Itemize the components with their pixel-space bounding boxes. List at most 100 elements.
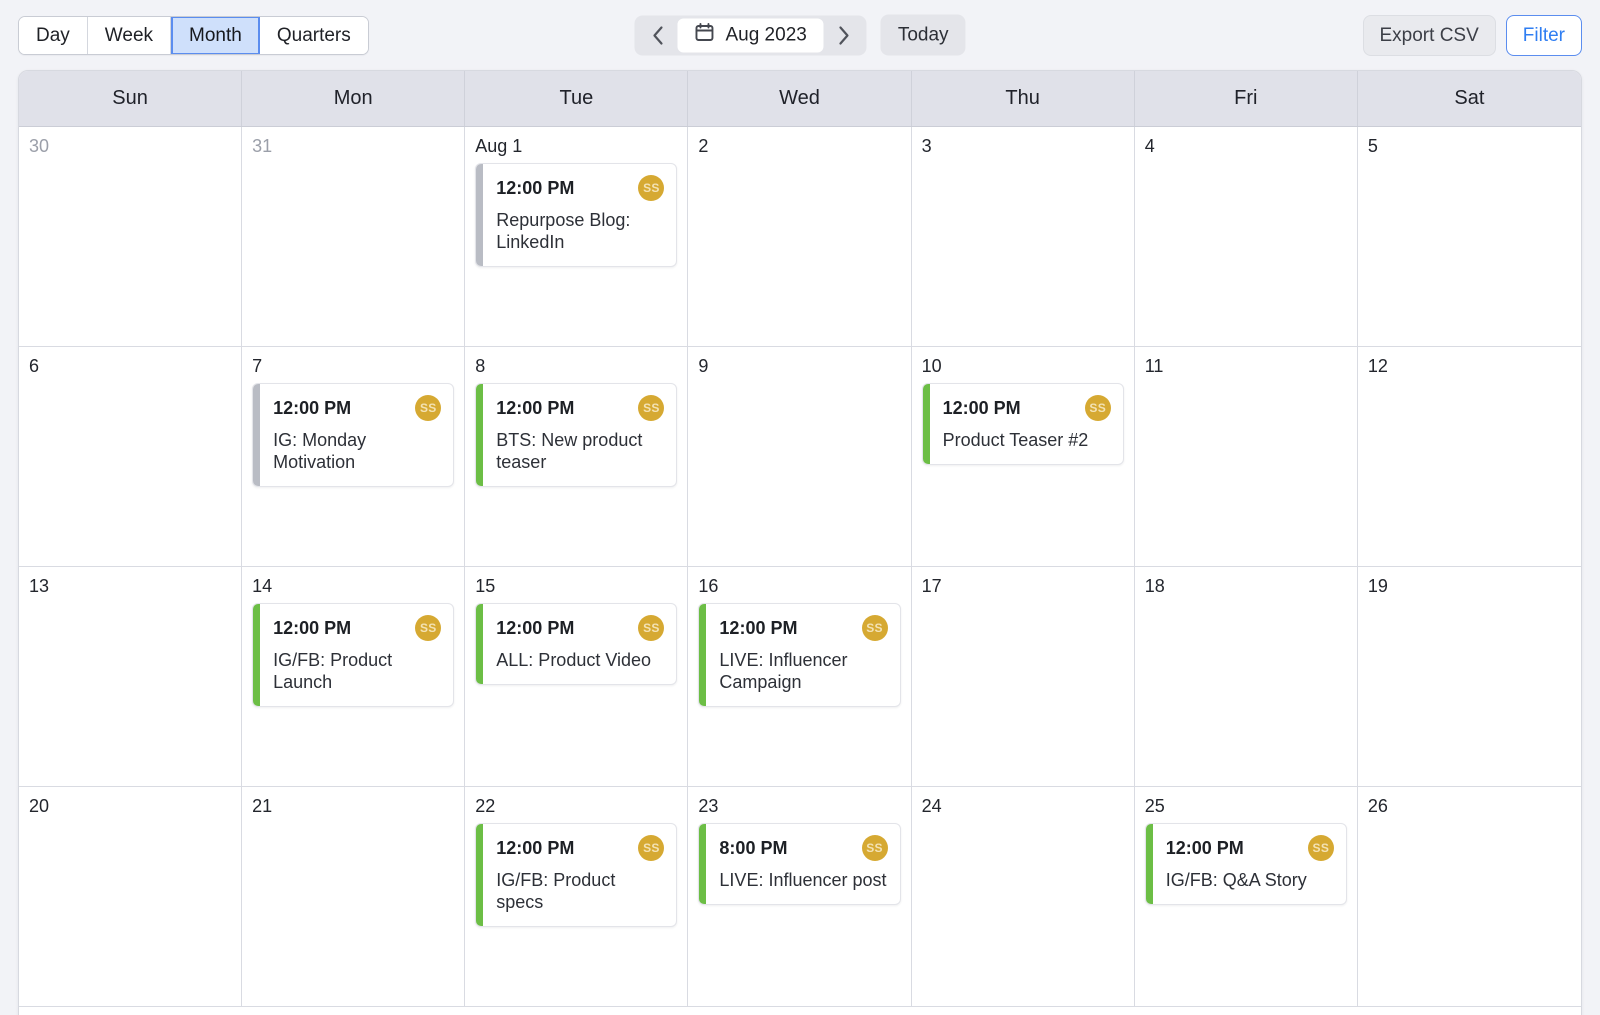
event-header: 12:00 PM SS bbox=[273, 615, 442, 641]
event-card[interactable]: 12:00 PM SS LIVE: Influencer Campaign bbox=[698, 603, 901, 707]
day-cell[interactable]: 12 bbox=[1358, 347, 1581, 566]
event-accent-bar bbox=[922, 384, 930, 464]
filter-button[interactable]: Filter bbox=[1505, 14, 1582, 56]
event-title: IG/FB: Product specs bbox=[496, 870, 616, 912]
day-cell[interactable]: 23 8:00 PM SS LIVE: Influencer post bbox=[688, 787, 912, 1006]
day-cell[interactable]: 18 bbox=[1135, 567, 1358, 786]
day-cell[interactable]: 7 12:00 PM SS IG: Monday Motivation bbox=[242, 347, 466, 566]
avatar[interactable]: SS bbox=[1084, 395, 1111, 421]
calendar-week-row: 20 21 22 12:00 PM SS IG/FB: Product specs 23 8:… bbox=[19, 787, 1581, 1007]
day-cell[interactable]: 8 12:00 PM SS BTS: New product teaser bbox=[465, 347, 689, 566]
event-card[interactable]: 12:00 PM SS ALL: Product Video bbox=[475, 603, 678, 685]
avatar[interactable]: SS bbox=[638, 835, 665, 861]
view-switcher[interactable]: Day Week Month Quarters bbox=[18, 15, 369, 55]
day-number: 7 bbox=[252, 356, 263, 376]
day-number: 18 bbox=[1144, 576, 1165, 596]
day-cell[interactable]: Aug 1 12:00 PM SS Repurpose Blog: LinkedIn bbox=[465, 127, 689, 346]
date-navigator: Aug 2023 bbox=[634, 15, 867, 55]
day-cell[interactable]: 30 bbox=[19, 127, 243, 346]
event-accent-bar bbox=[253, 384, 261, 486]
day-cell[interactable]: 4 bbox=[1135, 127, 1358, 346]
day-number: 3 bbox=[921, 136, 932, 156]
day-cell[interactable]: 14 12:00 PM SS IG/FB: Product Launch bbox=[242, 567, 466, 786]
toolbar: Day Week Month Quarters Aug 2023 Today E… bbox=[0, 0, 1600, 70]
day-cell[interactable]: 20 bbox=[19, 787, 243, 1006]
avatar[interactable]: SS bbox=[638, 615, 665, 641]
event-body: 12:00 PM SS ALL: Product Video bbox=[483, 604, 676, 684]
day-number: 24 bbox=[921, 796, 942, 816]
day-cell[interactable]: 10 12:00 PM SS Product Teaser #2 bbox=[912, 347, 1135, 566]
day-number: 22 bbox=[475, 796, 496, 816]
event-card[interactable]: 12:00 PM SS IG/FB: Product specs bbox=[475, 823, 678, 927]
avatar[interactable]: SS bbox=[638, 175, 665, 201]
prev-period-button[interactable] bbox=[637, 18, 677, 52]
day-cell[interactable]: 16 12:00 PM SS LIVE: Influencer Campaign bbox=[688, 567, 912, 786]
toolbar-center-group: Aug 2023 Today bbox=[634, 14, 966, 56]
event-body: 12:00 PM SS IG: Monday Motivation bbox=[260, 384, 453, 486]
avatar[interactable]: SS bbox=[415, 395, 442, 421]
event-card[interactable]: 12:00 PM SS Repurpose Blog: LinkedIn bbox=[475, 163, 678, 267]
day-cell[interactable]: 3 bbox=[912, 127, 1135, 346]
event-header: 8:00 PM SS bbox=[719, 835, 888, 861]
day-cell[interactable]: 9 bbox=[688, 347, 912, 566]
avatar[interactable]: SS bbox=[861, 835, 888, 861]
export-csv-button[interactable]: Export CSV bbox=[1362, 14, 1496, 56]
avatar[interactable]: SS bbox=[415, 615, 442, 641]
calendar-week-row: 30 31 Aug 1 12:00 PM SS Repurpose Blog: Linke… bbox=[19, 127, 1581, 347]
day-cell[interactable]: 11 bbox=[1135, 347, 1358, 566]
day-cell[interactable]: 26 bbox=[1358, 787, 1581, 1006]
day-cell[interactable]: 19 bbox=[1358, 567, 1581, 786]
event-card[interactable]: 12:00 PM SS Product Teaser #2 bbox=[921, 383, 1124, 465]
current-period-label: Aug 2023 bbox=[725, 24, 807, 45]
day-number: 19 bbox=[1367, 576, 1388, 596]
view-tab-week[interactable]: Week bbox=[87, 16, 172, 54]
day-cell[interactable]: 6 bbox=[19, 347, 243, 566]
today-button[interactable]: Today bbox=[880, 14, 966, 56]
month-calendar: Sun Mon Tue Wed Thu Fri Sat 30 31 Aug 1 12:00 PM S… bbox=[18, 70, 1582, 1015]
event-body: 12:00 PM SS IG/FB: Product specs bbox=[483, 824, 676, 926]
event-title: Product Teaser #2 bbox=[942, 430, 1089, 450]
calendar-week-row: 13 14 12:00 PM SS IG/FB: Product Launch 15 12:… bbox=[19, 567, 1581, 787]
next-period-button[interactable] bbox=[824, 18, 864, 52]
current-period-button[interactable]: Aug 2023 bbox=[677, 18, 824, 52]
day-cell[interactable]: 21 bbox=[242, 787, 466, 1006]
day-cell[interactable]: 31 bbox=[242, 127, 466, 346]
event-time: 12:00 PM bbox=[273, 618, 352, 638]
event-card[interactable]: 12:00 PM SS IG: Monday Motivation bbox=[252, 383, 455, 487]
day-number: 17 bbox=[921, 576, 942, 596]
view-tab-day[interactable]: Day bbox=[19, 16, 88, 54]
event-body: 12:00 PM SS IG/FB: Product Launch bbox=[260, 604, 453, 706]
event-card[interactable]: 12:00 PM SS BTS: New product teaser bbox=[475, 383, 678, 487]
day-cell[interactable]: 22 12:00 PM SS IG/FB: Product specs bbox=[465, 787, 689, 1006]
event-card[interactable]: 12:00 PM SS IG/FB: Product Launch bbox=[252, 603, 455, 707]
event-time: 12:00 PM bbox=[496, 398, 575, 418]
view-tab-quarters[interactable]: Quarters bbox=[259, 16, 368, 54]
day-cell[interactable]: 24 bbox=[912, 787, 1135, 1006]
event-time: 12:00 PM bbox=[1165, 838, 1244, 858]
event-header: 12:00 PM SS bbox=[273, 395, 442, 421]
event-header: 12:00 PM SS bbox=[943, 395, 1111, 421]
event-header: 12:00 PM SS bbox=[496, 615, 665, 641]
event-title: BTS: New product teaser bbox=[496, 430, 643, 472]
day-cell[interactable]: 2 bbox=[688, 127, 912, 346]
day-cell[interactable]: 15 12:00 PM SS ALL: Product Video bbox=[465, 567, 689, 786]
day-cell[interactable]: 13 bbox=[19, 567, 243, 786]
weekday-header-row: Sun Mon Tue Wed Thu Fri Sat bbox=[19, 71, 1581, 127]
day-cell[interactable]: 25 12:00 PM SS IG/FB: Q&A Story bbox=[1135, 787, 1358, 1006]
weekday-header-thu: Thu bbox=[912, 71, 1135, 126]
event-body: 8:00 PM SS LIVE: Influencer post bbox=[706, 824, 899, 904]
day-number: 5 bbox=[1367, 136, 1378, 156]
avatar[interactable]: SS bbox=[1307, 835, 1334, 861]
view-tab-month[interactable]: Month bbox=[171, 16, 260, 54]
event-header: 12:00 PM SS bbox=[496, 835, 665, 861]
event-header: 12:00 PM SS bbox=[719, 615, 888, 641]
day-cell[interactable]: 17 bbox=[912, 567, 1135, 786]
avatar[interactable]: SS bbox=[861, 615, 888, 641]
day-number: Aug 1 bbox=[475, 136, 523, 156]
event-card[interactable]: 8:00 PM SS LIVE: Influencer post bbox=[698, 823, 901, 905]
event-card[interactable]: 12:00 PM SS IG/FB: Q&A Story bbox=[1144, 823, 1347, 905]
avatar[interactable]: SS bbox=[638, 395, 665, 421]
event-body: 12:00 PM SS IG/FB: Q&A Story bbox=[1153, 824, 1346, 904]
event-accent-bar bbox=[1145, 824, 1153, 904]
day-cell[interactable]: 5 bbox=[1358, 127, 1581, 346]
